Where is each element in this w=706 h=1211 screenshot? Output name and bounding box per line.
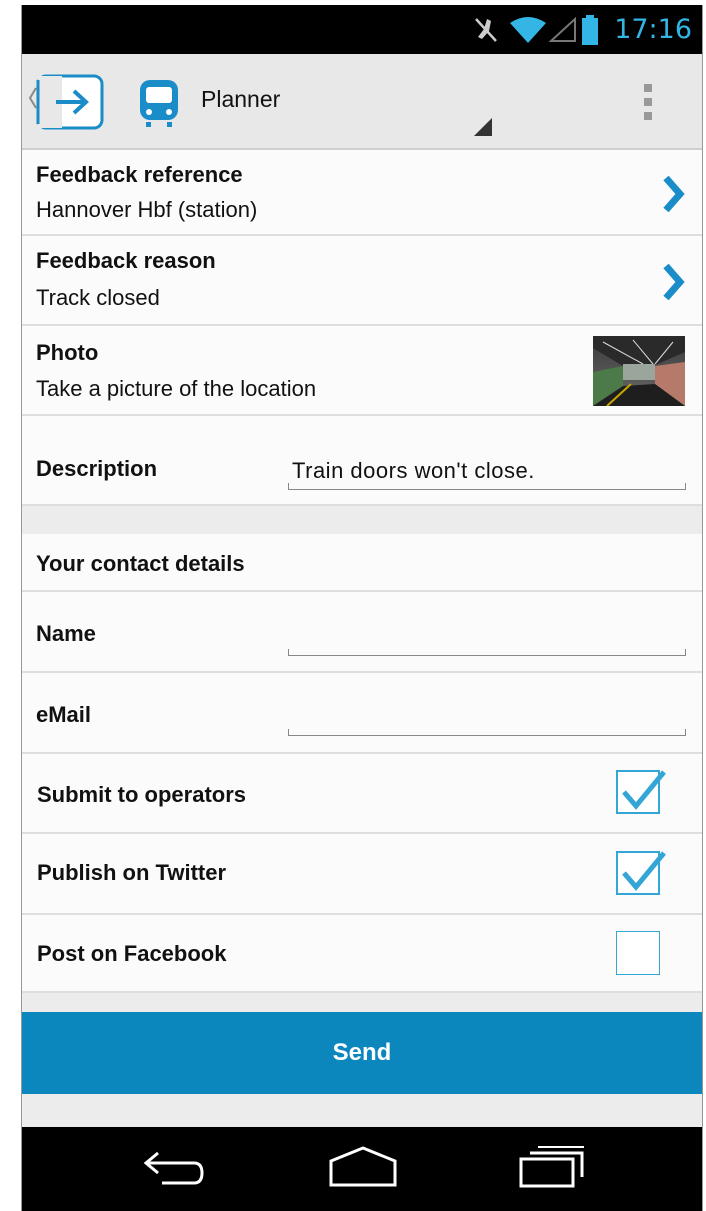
section-spacer (22, 506, 702, 534)
chevron-right-icon[interactable] (662, 174, 686, 219)
photo-row[interactable]: Photo Take a picture of the location (22, 326, 702, 416)
bottom-spacer (22, 1094, 702, 1127)
email-row: eMail (22, 673, 702, 754)
publish-twitter-row[interactable]: Publish on Twitter (22, 834, 702, 915)
description-underline (288, 483, 686, 490)
home-icon[interactable] (328, 1145, 398, 1194)
feedback-reference-value: Hannover Hbf (station) (36, 197, 258, 222)
feedback-reason-value: Track closed (36, 285, 160, 310)
name-row: Name (22, 592, 702, 673)
feedback-reason-label: Feedback reason (36, 248, 216, 273)
post-facebook-label: Post on Facebook (37, 941, 227, 966)
feedback-reason-row[interactable]: Feedback reason Track closed (22, 236, 702, 326)
feedback-reference-label: Feedback reference (36, 162, 243, 187)
recent-apps-icon[interactable] (518, 1143, 586, 1194)
spinner-dropdown-icon[interactable] (474, 118, 492, 141)
photo-label: Photo (36, 340, 99, 365)
status-bar: 17:16 (22, 5, 702, 54)
publish-twitter-checkbox[interactable] (616, 851, 666, 895)
status-time: 17:16 (614, 14, 692, 45)
chevron-right-icon[interactable] (662, 262, 686, 307)
app-logo-icon[interactable] (36, 74, 106, 135)
overflow-menu-icon[interactable] (642, 84, 654, 127)
back-icon[interactable] (140, 1149, 206, 1194)
email-label: eMail (36, 702, 92, 727)
description-input[interactable]: Train doors won't close. (292, 458, 535, 484)
photo-thumbnail[interactable] (593, 336, 685, 411)
page-title[interactable]: Planner (201, 86, 280, 113)
submit-operators-label: Submit to operators (37, 782, 247, 807)
feedback-reference-row[interactable]: Feedback reference Hannover Hbf (station… (22, 150, 702, 236)
description-label: Description (36, 456, 158, 481)
name-input[interactable] (288, 612, 684, 650)
name-underline (288, 649, 686, 656)
wifi-icon (510, 17, 546, 48)
battery-icon (582, 15, 598, 50)
phone-screen: 17:16 Planner Feedback reference Hannove… (21, 5, 703, 1211)
publish-twitter-label: Publish on Twitter (37, 860, 227, 885)
submit-operators-row[interactable]: Submit to operators (22, 754, 702, 834)
contact-section-title: Your contact details (36, 551, 245, 576)
action-bar: Planner (22, 54, 702, 150)
email-input[interactable] (288, 693, 684, 731)
contact-header-row: Your contact details (22, 534, 702, 592)
button-spacer (22, 993, 702, 1012)
description-row: Description Train doors won't close. (22, 416, 702, 506)
post-facebook-row[interactable]: Post on Facebook (22, 915, 702, 993)
post-facebook-checkbox[interactable] (616, 931, 660, 975)
send-button[interactable]: Send (22, 1012, 702, 1094)
train-icon (136, 78, 182, 133)
photo-hint: Take a picture of the location (36, 376, 317, 401)
signal-icon (548, 16, 577, 48)
email-underline (288, 729, 686, 736)
navigation-bar (22, 1127, 702, 1211)
submit-operators-checkbox[interactable] (616, 770, 666, 814)
mute-icon (474, 15, 500, 48)
name-label: Name (36, 621, 96, 646)
